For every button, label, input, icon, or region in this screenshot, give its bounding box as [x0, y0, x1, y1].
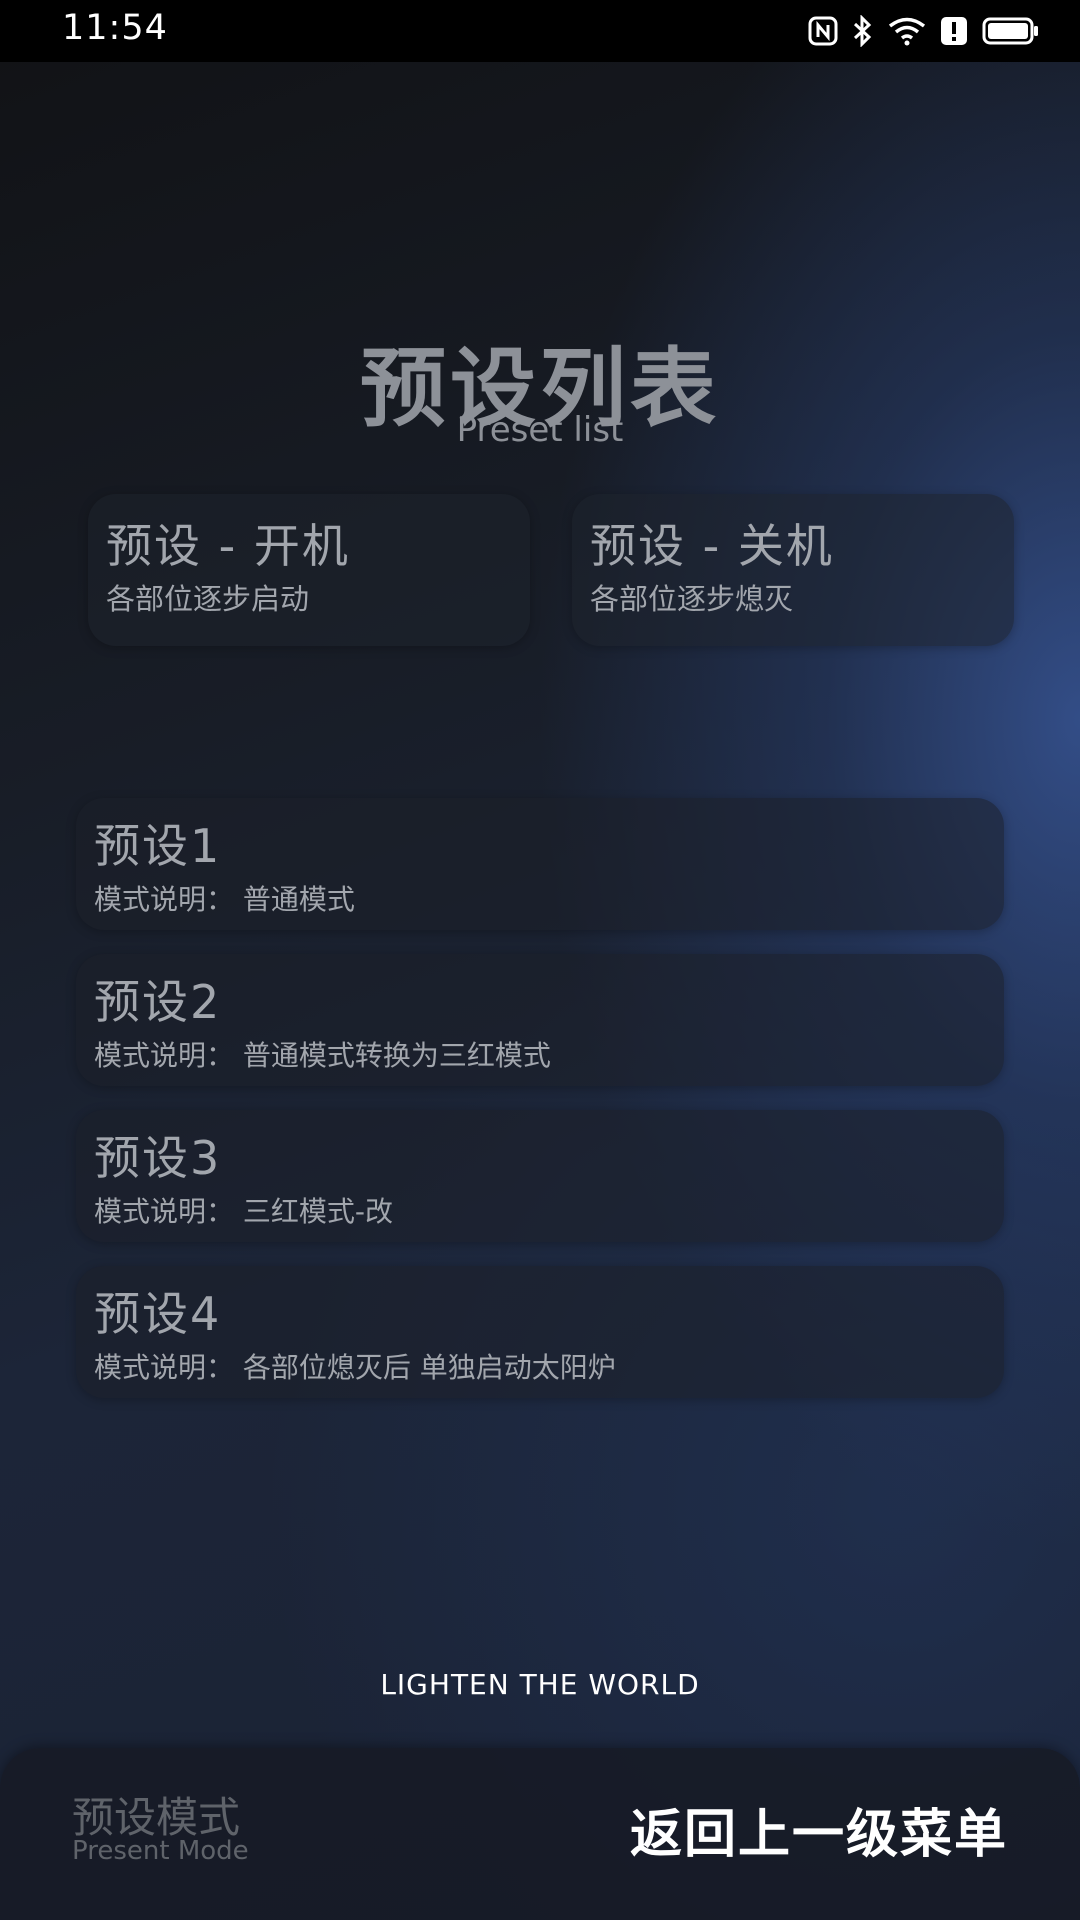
wifi-icon	[888, 16, 926, 46]
preset-4-card[interactable]: 预设4 模式说明： 各部位熄灭后 单独启动太阳炉	[76, 1266, 1004, 1398]
preset-power-off-card[interactable]: 预设 - 关机 各部位逐步熄灭	[572, 494, 1014, 646]
preset-power-off-title: 预设 - 关机	[590, 519, 834, 573]
status-bar: 11:54	[0, 0, 1080, 62]
preset-3-title: 预设3	[94, 1131, 222, 1185]
preset-2-card[interactable]: 预设2 模式说明： 普通模式转换为三红模式	[76, 954, 1004, 1086]
preset-2-description: 模式说明： 普通模式转换为三红模式	[94, 1039, 551, 1072]
preset-power-on-title: 预设 - 开机	[106, 519, 350, 573]
status-icons	[808, 12, 1040, 50]
preset-4-description: 模式说明： 各部位熄灭后 单独启动太阳炉	[94, 1351, 616, 1384]
preset-power-off-description: 各部位逐步熄灭	[590, 582, 794, 616]
alert-icon	[940, 16, 968, 46]
preset-4-title: 预设4	[94, 1287, 222, 1341]
preset-3-card[interactable]: 预设3 模式说明： 三红模式-改	[76, 1110, 1004, 1242]
preset-power-on-description: 各部位逐步启动	[106, 582, 310, 616]
battery-icon	[982, 16, 1040, 46]
preset-power-on-card[interactable]: 预设 - 开机 各部位逐步启动	[88, 494, 530, 646]
status-time: 11:54	[62, 8, 168, 48]
mode-subtitle: Present Mode	[72, 1836, 249, 1866]
bluetooth-icon	[852, 15, 874, 47]
back-to-previous-menu-button[interactable]: 返回上一级菜单	[630, 1792, 1008, 1867]
bottom-bar: 预设模式 Present Mode 返回上一级菜单	[0, 1748, 1080, 1920]
preset-1-title: 预设1	[94, 819, 222, 873]
preset-1-card[interactable]: 预设1 模式说明： 普通模式	[76, 798, 1004, 930]
preset-3-description: 模式说明： 三红模式-改	[94, 1195, 394, 1228]
slogan-text: LIGHTEN THE WORLD	[380, 1668, 700, 1701]
page-subtitle: Preset list	[456, 410, 624, 450]
nfc-icon	[808, 16, 838, 46]
app-screen: 11:54 预设列表 Preset list 预设 - 开机 各部位逐步启动 预…	[0, 0, 1080, 1920]
preset-2-title: 预设2	[94, 975, 222, 1029]
preset-1-description: 模式说明： 普通模式	[94, 883, 355, 916]
